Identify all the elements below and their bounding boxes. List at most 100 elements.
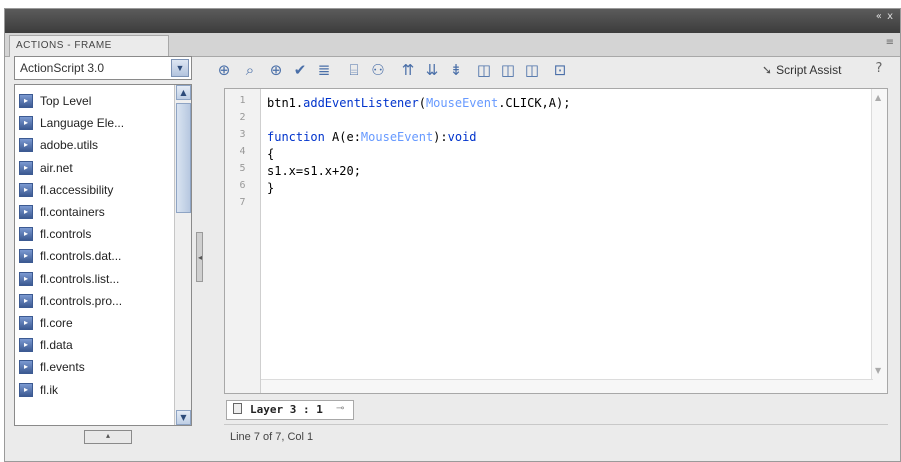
- code-line: s1.x=s1.x+20;: [267, 164, 361, 178]
- toolbox-item[interactable]: ▸ fl.controls: [19, 223, 191, 245]
- book-icon: ▸: [19, 271, 33, 286]
- collapse-between-braces-icon[interactable]: ⇈: [398, 60, 418, 80]
- toolbox-item[interactable]: ▸ fl.controls.list...: [19, 268, 191, 290]
- toolbox-item-label: fl.controls: [40, 227, 92, 242]
- script-assist-label: Script Assist: [776, 63, 842, 77]
- book-icon: ▸: [19, 360, 33, 375]
- editor-vertical-scrollbar[interactable]: ▲ ▼: [871, 89, 887, 393]
- toolbox-item[interactable]: ▸ fl.events: [19, 356, 191, 378]
- actions-toolbox: ▸ Top Level ▸ Language Ele... ▸ adobe.utils…: [14, 84, 192, 426]
- toolbox-item[interactable]: ▸ air.net: [19, 157, 191, 179]
- toolbox-item-label: fl.events: [40, 360, 85, 375]
- scroll-thumb[interactable]: [176, 103, 191, 213]
- toolbox-item-label: air.net: [40, 160, 73, 175]
- toolbox-resize-handle[interactable]: ▴: [84, 430, 132, 444]
- add-statement-icon[interactable]: ⊕: [214, 60, 234, 80]
- code-line: function A(e:MouseEvent):void: [267, 130, 477, 144]
- editor-horizontal-scrollbar[interactable]: [261, 379, 873, 393]
- line-number: 7: [239, 197, 246, 208]
- tab-actions-frame[interactable]: ACTIONS - FRAME: [9, 35, 169, 57]
- cursor-position: Line 7 of 7, Col 1: [230, 431, 314, 443]
- find-icon[interactable]: ⌕: [240, 60, 260, 80]
- line-number: 4: [239, 146, 246, 157]
- panel-menu-icon[interactable]: ≡: [886, 37, 894, 48]
- book-icon: ▸: [19, 182, 33, 197]
- show-hide-toolbox-icon[interactable]: ⊡: [550, 60, 570, 80]
- layer-tab-label: Layer 3 : 1: [250, 403, 323, 416]
- check-syntax-icon[interactable]: ✔: [290, 60, 310, 80]
- book-icon: ▸: [19, 249, 33, 264]
- toolbox-item-label: fl.core: [40, 315, 73, 330]
- toolbox-item-label: fl.accessibility: [40, 182, 114, 197]
- scroll-down-icon[interactable]: ▼: [875, 366, 881, 375]
- toolbox-item-label: fl.controls.dat...: [40, 249, 122, 264]
- toolbox-item[interactable]: ▸ Top Level: [19, 90, 191, 112]
- scroll-down-icon[interactable]: ▼: [176, 410, 191, 425]
- toolbox-item[interactable]: ▸ fl.data: [19, 334, 191, 356]
- toolbox-item-label: fl.controls.list...: [40, 271, 120, 286]
- toolbox-scrollbar[interactable]: ▲ ▼: [174, 85, 191, 425]
- collapse-selection-icon[interactable]: ⇊: [422, 60, 442, 80]
- panel-titlebar[interactable]: « x: [5, 9, 900, 33]
- toolbox-item-label: adobe.utils: [40, 138, 99, 153]
- book-icon: ▸: [19, 227, 33, 242]
- auto-format-icon[interactable]: ≣: [314, 60, 334, 80]
- code-line: }: [267, 181, 275, 195]
- collapse-arrow-icon[interactable]: ◂: [198, 253, 202, 262]
- actions-toolbar: ⊕ ⌕ ⊕ ✔ ≣ ⌸ ⚇ ⇈ ⇊ ⇟ ◫ ◫ ◫ ⊡ ➘ Script Assi…: [214, 56, 894, 86]
- code-line: btn1.addEventListener(MouseEvent.CLICK,A…: [267, 96, 571, 110]
- line-number: 1: [239, 95, 246, 106]
- script-tab-layer[interactable]: Layer 3 : 1: [226, 400, 354, 420]
- book-icon: ▸: [19, 293, 33, 308]
- script-assist-button[interactable]: ➘ Script Assist: [762, 60, 841, 80]
- chevron-down-icon[interactable]: ▼: [171, 59, 189, 77]
- toolbox-item-label: Top Level: [40, 94, 92, 109]
- book-icon: ▸: [19, 138, 33, 153]
- book-icon: ▸: [19, 315, 33, 330]
- remove-comment-icon[interactable]: ◫: [522, 60, 542, 80]
- layer-icon: [233, 403, 242, 414]
- toolbox-item-label: Language Ele...: [40, 116, 125, 131]
- code-line: [267, 197, 570, 214]
- language-select-value: ActionScript 3.0: [20, 61, 105, 75]
- book-icon: ▸: [19, 116, 33, 131]
- toolbox-item[interactable]: ▸ fl.controls.pro...: [19, 290, 191, 312]
- book-icon: ▸: [19, 94, 33, 109]
- toolbox-item[interactable]: ▸ fl.controls.dat...: [19, 245, 191, 267]
- book-icon: ▸: [19, 205, 33, 220]
- code-hint-icon[interactable]: ⌸: [344, 60, 364, 80]
- line-number: 2: [239, 112, 246, 123]
- help-icon[interactable]: ?: [870, 60, 888, 78]
- toolbox-item[interactable]: ▸ fl.core: [19, 312, 191, 334]
- line-number-gutter: 1 2 3 4 5 6 7: [225, 89, 261, 393]
- expand-all-icon[interactable]: ⇟: [446, 60, 466, 80]
- line-number: 3: [239, 129, 246, 140]
- code-area[interactable]: btn1.addEventListener(MouseEvent.CLICK,A…: [267, 95, 570, 214]
- tab-row: ACTIONS - FRAME ≡: [5, 33, 900, 57]
- line-number: 5: [239, 163, 246, 174]
- book-icon: ▸: [19, 382, 33, 397]
- toolbox-item[interactable]: ▸ fl.accessibility: [19, 179, 191, 201]
- toolbox-item[interactable]: ▸ Language Ele...: [19, 112, 191, 134]
- script-editor[interactable]: 1 2 3 4 5 6 7 btn1.addEventListener(Mous…: [224, 88, 888, 394]
- toolbox-item[interactable]: ▸ adobe.utils: [19, 134, 191, 156]
- language-select[interactable]: ActionScript 3.0 ▼: [14, 56, 192, 80]
- toolbox-item[interactable]: ▸ fl.ik: [19, 378, 191, 400]
- apply-line-comment-icon[interactable]: ◫: [498, 60, 518, 80]
- status-bar: Line 7 of 7, Col 1: [224, 424, 888, 450]
- line-number: 6: [239, 180, 246, 191]
- book-icon: ▸: [19, 160, 33, 175]
- code-line: [267, 112, 570, 129]
- pin-script-icon[interactable]: ⊸: [336, 403, 344, 414]
- panel-splitter[interactable]: ◂: [196, 232, 203, 282]
- toolbox-item-label: fl.ik: [40, 382, 58, 397]
- apply-block-comment-icon[interactable]: ◫: [474, 60, 494, 80]
- toolbox-item[interactable]: ▸ fl.containers: [19, 201, 191, 223]
- wand-icon: ➘: [762, 63, 773, 77]
- toolbox-item-label: fl.data: [40, 338, 73, 353]
- scroll-up-icon[interactable]: ▲: [176, 85, 191, 100]
- window-controls[interactable]: « x: [876, 11, 894, 22]
- insert-target-path-icon[interactable]: ⊕: [266, 60, 286, 80]
- debug-options-icon[interactable]: ⚇: [368, 60, 388, 80]
- scroll-up-icon[interactable]: ▲: [875, 93, 881, 102]
